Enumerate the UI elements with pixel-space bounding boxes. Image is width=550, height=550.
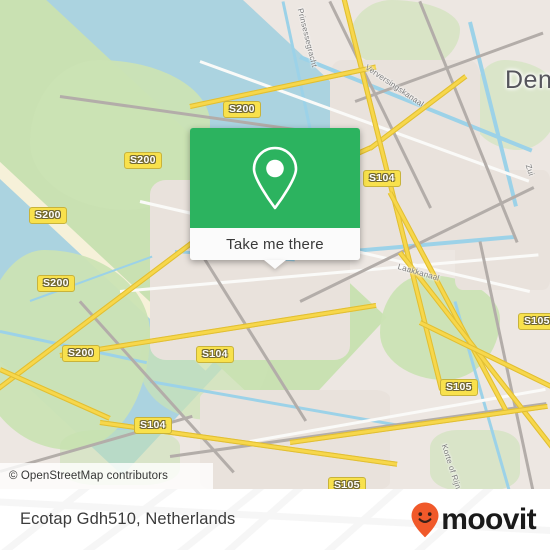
moovit-smiley-pin-icon xyxy=(411,502,439,537)
map-urban-area xyxy=(455,170,550,290)
map-canvas[interactable]: S200 S200 S200 S200 S200 S104 S104 S104 S105 S105… xyxy=(0,0,550,489)
take-me-there-label: Take me there xyxy=(226,235,324,253)
openstreetmap-attribution-text: © OpenStreetMap contributors xyxy=(9,470,168,482)
map-attribution-bar: © OpenStreetMap contributors xyxy=(0,463,213,489)
route-shield: S105 xyxy=(328,477,366,489)
popup-footer[interactable]: Take me there xyxy=(190,228,360,269)
route-shield: S105 xyxy=(518,313,550,330)
moovit-logo[interactable]: moovit xyxy=(410,501,537,539)
route-shield: S200 xyxy=(223,101,261,118)
route-shield: S200 xyxy=(62,345,100,362)
route-shield: S104 xyxy=(363,170,401,187)
location-pin-icon xyxy=(252,146,298,210)
route-shield: S105 xyxy=(440,379,478,396)
route-shield: S200 xyxy=(124,152,162,169)
popup-pointer-tail xyxy=(264,260,286,269)
place-title: Ecotap Gdh510, Netherlands xyxy=(20,510,236,528)
moovit-wordmark: moovit xyxy=(441,502,536,536)
route-shield: S200 xyxy=(37,275,75,292)
location-popup-card[interactable]: Take me there xyxy=(190,128,360,269)
footer-bar: Ecotap Gdh510, Netherlands moovit xyxy=(0,489,550,550)
popup-header xyxy=(190,128,360,228)
map-city-label: Den xyxy=(505,66,550,94)
route-shield: S200 xyxy=(29,207,67,224)
route-shield: S104 xyxy=(134,417,172,434)
route-shield: S104 xyxy=(196,346,234,363)
map-screenshot: S200 S200 S200 S200 S200 S104 S104 S104 S105 S105… xyxy=(0,0,550,550)
